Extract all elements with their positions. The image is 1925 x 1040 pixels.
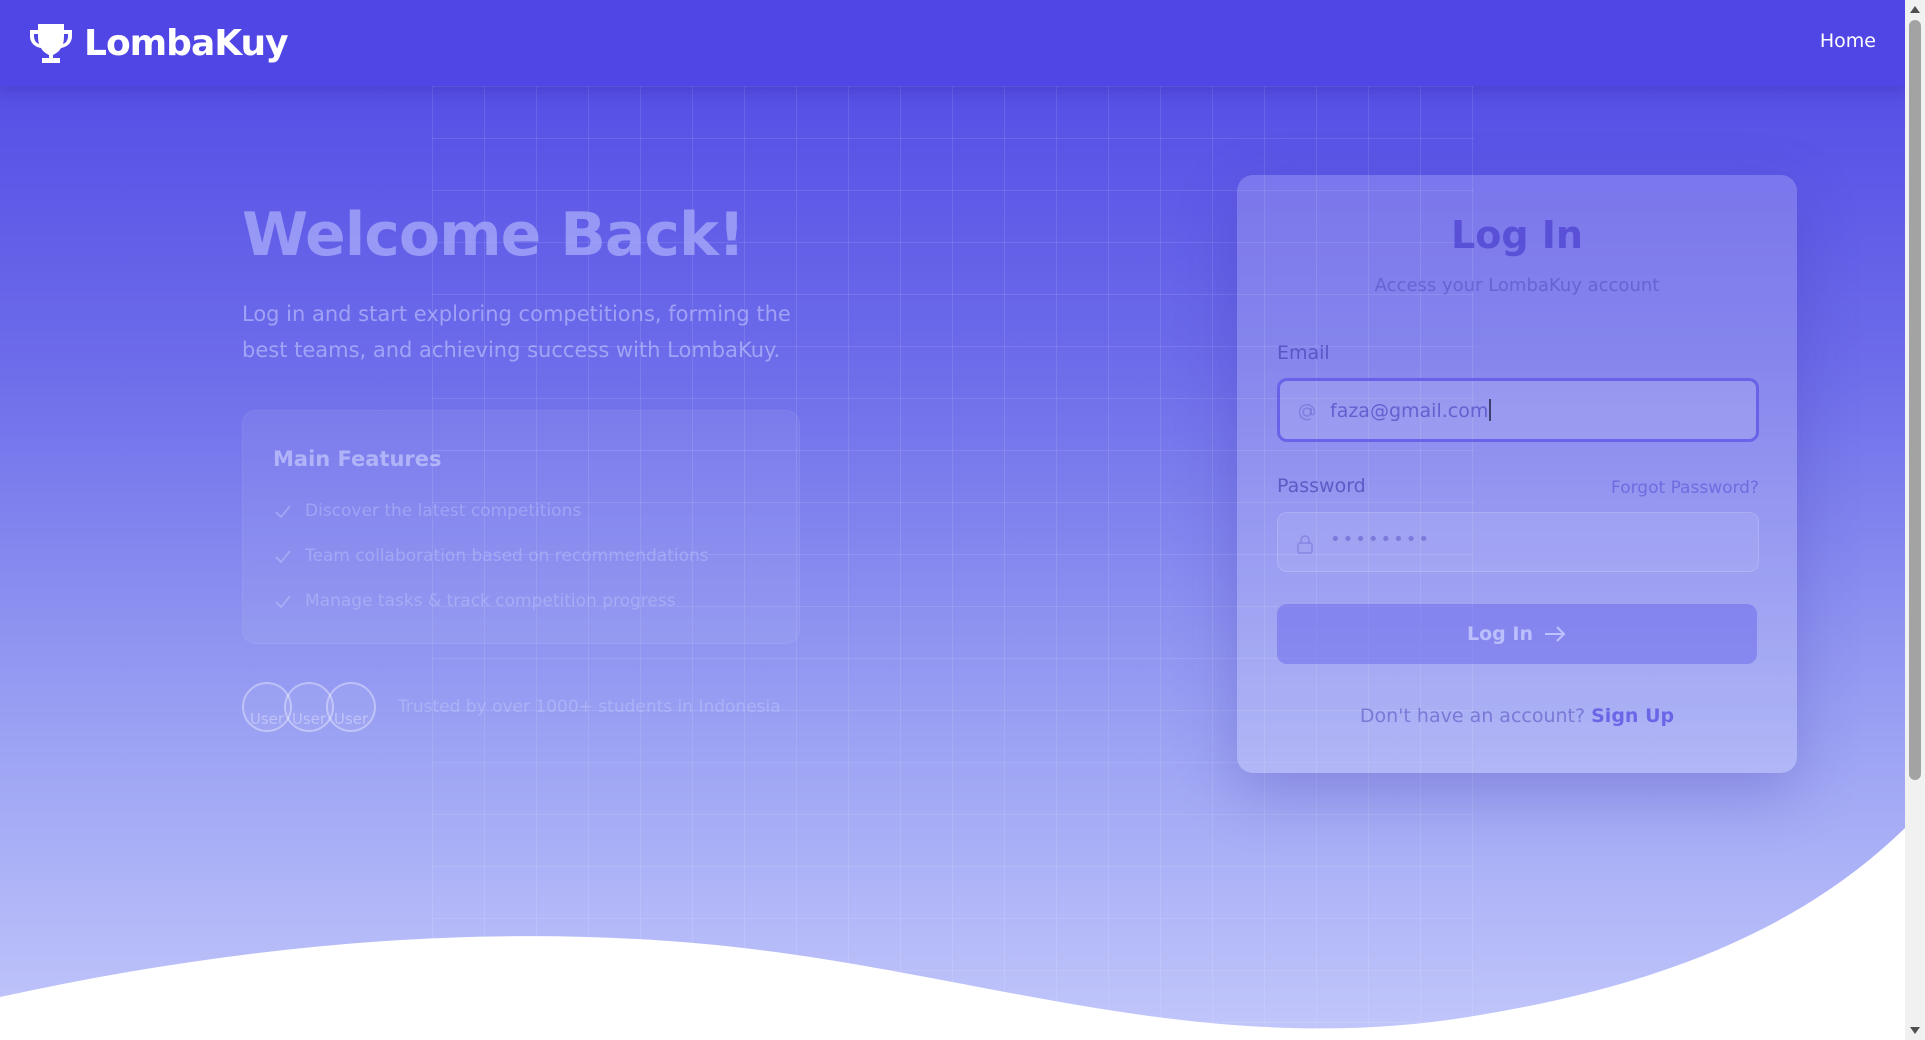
password-field[interactable]: ••••••••	[1277, 512, 1759, 572]
check-icon	[275, 595, 291, 609]
signup-prompt: Don't have an account?	[1359, 705, 1586, 727]
page-background: LombaKuy Home Welcome Back! Log in and s…	[0, 0, 1905, 1040]
login-card: Log In Access your LombaKuy account Emai…	[1237, 175, 1797, 773]
scroll-down-icon[interactable]	[1910, 1027, 1920, 1034]
email-value: faza@gmail.com	[1330, 400, 1489, 422]
trust-text: Trusted by over 1000+ students in Indone…	[398, 697, 781, 717]
signup-row: Don't have an account? Sign Up	[1237, 705, 1797, 727]
email-value-wrap: faza@gmail.com	[1330, 399, 1491, 422]
nav-home-link[interactable]: Home	[1820, 30, 1876, 52]
feature-item: Manage tasks & track competition progres…	[273, 591, 676, 611]
signup-link[interactable]: Sign Up	[1591, 705, 1674, 727]
arrow-right-icon	[1544, 626, 1566, 642]
feature-label: Discover the latest competitions	[305, 501, 582, 521]
email-field[interactable]: faza@gmail.com	[1277, 378, 1759, 442]
brand-name: LombaKuy	[84, 22, 289, 64]
feature-label: Manage tasks & track competition progres…	[305, 591, 676, 611]
hero-section: Welcome Back! Log in and start exploring…	[242, 200, 822, 732]
feature-item: Discover the latest competitions	[273, 501, 581, 521]
bottom-wave	[0, 828, 1905, 1040]
at-sign-icon	[1298, 403, 1316, 421]
features-panel: Main Features Discover the latest compet…	[242, 410, 800, 644]
feature-label: Team collaboration based on recommendati…	[305, 546, 709, 566]
lock-icon	[1297, 535, 1313, 554]
login-button[interactable]: Log In	[1277, 604, 1757, 664]
check-icon	[275, 505, 291, 519]
vertical-scrollbar[interactable]	[1905, 0, 1925, 1040]
avatar: User	[326, 682, 376, 732]
login-button-label: Log In	[1467, 623, 1533, 645]
feature-item: Team collaboration based on recommendati…	[273, 546, 709, 566]
features-title: Main Features	[273, 447, 442, 471]
trophy-icon	[30, 24, 72, 63]
email-label: Email	[1277, 342, 1330, 364]
check-icon	[275, 550, 291, 564]
forgot-password-link[interactable]: Forgot Password?	[1611, 478, 1759, 498]
login-subtitle: Access your LombaKuy account	[1374, 275, 1660, 296]
password-label: Password	[1277, 475, 1366, 497]
trust-row: User User User Trusted by over 1000+ stu…	[242, 682, 781, 732]
login-title: Log In	[1451, 213, 1583, 257]
brand-logo[interactable]: LombaKuy	[28, 22, 289, 64]
scroll-thumb[interactable]	[1909, 20, 1921, 780]
hero-title: Welcome Back!	[242, 200, 745, 270]
hero-subtitle: Log in and start exploring competitions,…	[242, 302, 791, 362]
text-caret	[1489, 399, 1491, 421]
password-value: ••••••••	[1330, 529, 1431, 550]
top-navbar: LombaKuy Home	[0, 0, 1905, 86]
scroll-up-icon[interactable]	[1910, 6, 1920, 13]
